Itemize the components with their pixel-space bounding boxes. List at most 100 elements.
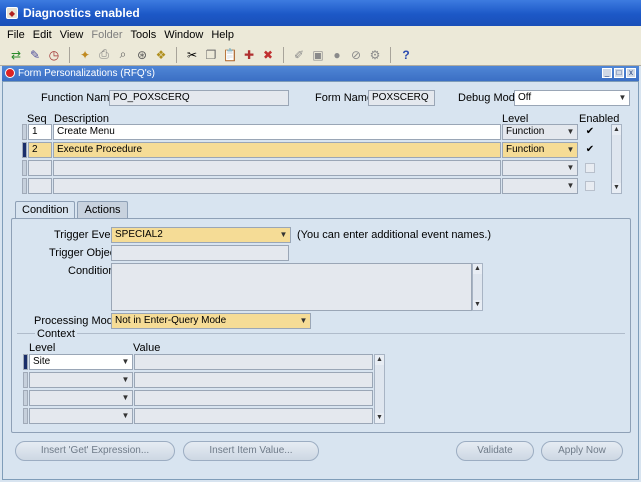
context-level-value: Site [33, 356, 51, 367]
seq-cell[interactable] [28, 160, 52, 176]
context-value-field[interactable] [134, 408, 373, 424]
find-icon[interactable]: ⌕ [115, 47, 131, 63]
grid-scrollbar[interactable]: ▲ ▼ [611, 124, 622, 194]
row-marker[interactable] [23, 372, 28, 388]
edit-field-icon[interactable]: ✐ [291, 47, 307, 63]
chevron-down-icon[interactable]: ▼ [617, 92, 628, 104]
scroll-down-icon[interactable]: ▼ [375, 413, 384, 423]
level-select[interactable]: ▼ [502, 178, 578, 194]
clock-icon[interactable]: ◷ [46, 47, 62, 63]
context-value-field[interactable] [134, 372, 373, 388]
context-level-select[interactable]: Site ▼ [29, 354, 133, 370]
trigger-object-field[interactable] [111, 245, 289, 261]
insert-get-expression-button[interactable]: Insert 'Get' Expression... [15, 441, 175, 461]
paste-icon[interactable]: 📋 [222, 47, 238, 63]
chevron-down-icon[interactable]: ▼ [120, 410, 131, 422]
chevron-down-icon[interactable]: ▼ [565, 126, 576, 138]
condition-scrollbar[interactable]: ▲ ▼ [472, 263, 483, 311]
context-level-select[interactable]: ▼ [29, 408, 133, 424]
row-marker[interactable] [23, 354, 28, 370]
condition-label: Condition [68, 265, 115, 277]
translate-icon[interactable]: ❖ [153, 47, 169, 63]
close-icon[interactable]: x [626, 68, 636, 78]
enabled-checkbox[interactable] [585, 181, 595, 191]
context-scrollbar[interactable]: ▲ ▼ [374, 354, 385, 424]
seq-cell[interactable]: 1 [28, 124, 52, 140]
apply-now-button[interactable]: Apply Now [541, 441, 623, 461]
folder-icon[interactable]: ● [329, 47, 345, 63]
trigger-event-value: SPECIAL2 [115, 229, 163, 240]
row-marker[interactable] [23, 408, 28, 424]
copy-icon[interactable]: ❐ [203, 47, 219, 63]
seq-cell[interactable]: 2 [28, 142, 52, 158]
level-select[interactable]: ▼ [502, 160, 578, 176]
tools-icon[interactable]: ⚙ [367, 47, 383, 63]
help-icon[interactable]: ? [398, 47, 414, 63]
scroll-up-icon[interactable]: ▲ [473, 264, 482, 274]
zoom-out-icon[interactable]: ▣ [310, 47, 326, 63]
chevron-down-icon[interactable]: ▼ [565, 180, 576, 192]
save-icon[interactable]: ✦ [77, 47, 93, 63]
description-cell[interactable]: Execute Procedure [53, 142, 501, 158]
menu-help[interactable]: Help [208, 29, 239, 41]
menu-edit[interactable]: Edit [30, 29, 57, 41]
row-marker[interactable] [22, 160, 27, 176]
delete-record-icon[interactable]: ✖ [260, 47, 276, 63]
open-icon[interactable]: ⇄ [8, 47, 24, 63]
row-marker[interactable] [22, 124, 27, 140]
context-value-field[interactable] [134, 390, 373, 406]
context-level-select[interactable]: ▼ [29, 372, 133, 388]
enabled-checkbox[interactable]: ✔ [585, 127, 595, 137]
context-level-select[interactable]: ▼ [29, 390, 133, 406]
tab-strip: Condition Actions [15, 201, 130, 218]
menu-tools[interactable]: Tools [128, 29, 162, 41]
chevron-down-icon[interactable]: ▼ [120, 356, 131, 368]
tab-condition[interactable]: Condition [15, 201, 76, 218]
row-marker[interactable] [22, 178, 27, 194]
row-marker[interactable] [22, 142, 27, 158]
debug-mode-select[interactable]: Off ▼ [514, 90, 630, 106]
function-name-field[interactable]: PO_POXSCERQ [109, 90, 289, 106]
scroll-down-icon[interactable]: ▼ [473, 300, 482, 310]
description-cell[interactable]: Create Menu [53, 124, 501, 140]
enabled-checkbox[interactable]: ✔ [585, 145, 595, 155]
description-cell[interactable] [53, 160, 501, 176]
maximize-icon[interactable]: □ [614, 68, 624, 78]
scroll-up-icon[interactable]: ▲ [375, 355, 384, 365]
form-body: Function Name PO_POXSCERQ Form Name POXS… [2, 81, 639, 480]
seq-cell[interactable] [28, 178, 52, 194]
form-close-icon[interactable] [5, 68, 15, 78]
chevron-down-icon[interactable]: ▼ [120, 392, 131, 404]
print-icon[interactable]: ⎙ [96, 47, 112, 63]
insert-item-value-button[interactable]: Insert Item Value... [183, 441, 319, 461]
cut-icon[interactable]: ✂ [184, 47, 200, 63]
condition-textarea[interactable] [111, 263, 472, 311]
navigator-icon[interactable]: ✎ [27, 47, 43, 63]
scroll-down-icon[interactable]: ▼ [612, 183, 621, 193]
processing-mode-select[interactable]: Not in Enter-Query Mode ▼ [111, 313, 311, 329]
menu-window[interactable]: Window [161, 29, 208, 41]
level-select[interactable]: Function ▼ [502, 142, 578, 158]
trigger-event-select[interactable]: SPECIAL2 ▼ [111, 227, 291, 243]
description-cell[interactable] [53, 178, 501, 194]
chevron-down-icon[interactable]: ▼ [565, 144, 576, 156]
validate-button[interactable]: Validate [456, 441, 534, 461]
context-value-field[interactable] [134, 354, 373, 370]
enabled-checkbox[interactable] [585, 163, 595, 173]
menu-folder[interactable]: Folder [88, 29, 127, 41]
level-select[interactable]: Function ▼ [502, 124, 578, 140]
menu-view[interactable]: View [57, 29, 89, 41]
menu-file[interactable]: File [4, 29, 30, 41]
chevron-down-icon[interactable]: ▼ [120, 374, 131, 386]
tab-actions[interactable]: Actions [77, 201, 128, 218]
chevron-down-icon[interactable]: ▼ [278, 229, 289, 241]
zoom-icon[interactable]: ⊛ [134, 47, 150, 63]
row-marker[interactable] [23, 390, 28, 406]
chevron-down-icon[interactable]: ▼ [298, 315, 309, 327]
minimize-icon[interactable]: _ [602, 68, 612, 78]
attachments-icon[interactable]: ⊘ [348, 47, 364, 63]
form-name-field[interactable]: POXSCERQ [368, 90, 435, 106]
chevron-down-icon[interactable]: ▼ [565, 162, 576, 174]
new-record-icon[interactable]: ✚ [241, 47, 257, 63]
scroll-up-icon[interactable]: ▲ [612, 125, 621, 135]
